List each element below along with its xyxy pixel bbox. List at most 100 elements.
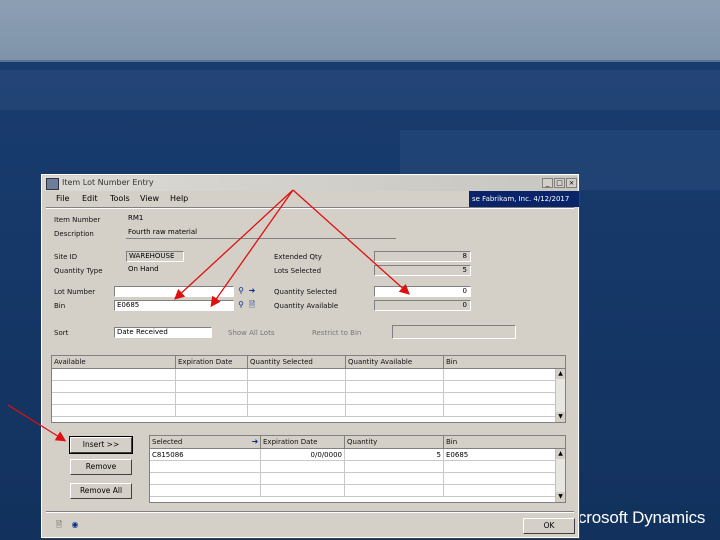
cell (444, 461, 557, 473)
cell (444, 473, 557, 485)
table-row[interactable] (52, 405, 557, 417)
menu-file[interactable]: File (56, 194, 69, 203)
bin-input[interactable]: E0685 (114, 300, 234, 311)
cell: C815086 (150, 449, 261, 461)
restrict-to-bin-checkbox[interactable]: Restrict to Bin (312, 329, 361, 337)
cell (346, 393, 444, 405)
lot-number-input[interactable] (114, 286, 234, 297)
table-row[interactable] (52, 369, 557, 381)
menu-view[interactable]: View (140, 194, 159, 203)
cell (444, 369, 557, 381)
description-label: Description (54, 230, 94, 238)
cell (150, 461, 261, 473)
cell (150, 473, 261, 485)
cell (345, 485, 444, 497)
remove-all-button[interactable]: Remove All (70, 483, 132, 499)
cell: E0685 (444, 449, 557, 461)
table-row[interactable]: C815086 0/0/0000 5 E0685 (150, 449, 557, 461)
note-icon[interactable]: 🗎 (247, 300, 257, 310)
scroll-up-icon[interactable]: ▲ (556, 449, 565, 459)
column-header-bin[interactable]: Bin (444, 356, 565, 369)
window-icon (46, 178, 59, 190)
table-row[interactable] (52, 393, 557, 405)
minimize-button[interactable]: _ (542, 178, 553, 188)
quantity-available-value: 0 (374, 300, 471, 311)
cell (346, 405, 444, 417)
column-header-expiration-date[interactable]: Expiration Date (261, 436, 345, 449)
quantity-selected-input[interactable]: 0 (374, 286, 471, 297)
cell (248, 405, 346, 417)
help-icon[interactable]: ◉ (70, 520, 80, 530)
column-header-quantity-available[interactable]: Quantity Available (346, 356, 444, 369)
expand-arrow-icon[interactable]: ➜ (247, 286, 257, 296)
lookup-icon[interactable]: ⚲ (236, 300, 246, 310)
column-header-bin[interactable]: Bin (444, 436, 565, 449)
menu-edit[interactable]: Edit (82, 194, 98, 203)
title-bar[interactable]: Item Lot Number Entry _ □ × (43, 176, 577, 191)
slide-header-bar (0, 0, 720, 62)
table-row[interactable] (150, 485, 557, 497)
extended-qty-label: Extended Qty (274, 253, 322, 261)
column-header-available[interactable]: Available (52, 356, 176, 369)
scroll-down-icon[interactable]: ▼ (556, 412, 565, 422)
ok-button[interactable]: OK (523, 518, 575, 534)
insert-button[interactable]: Insert >> (69, 436, 133, 454)
separator (46, 207, 574, 209)
cell (346, 381, 444, 393)
grid-header: Selected ➜ Expiration Date Quantity Bin (150, 436, 565, 449)
column-header-selected[interactable]: Selected (150, 436, 261, 449)
remove-button[interactable]: Remove (70, 459, 132, 475)
quantity-type-value: On Hand (128, 265, 159, 273)
description-value: Fourth raw material (126, 228, 396, 239)
cell (52, 381, 176, 393)
cell (248, 369, 346, 381)
quantity-selected-label: Quantity Selected (274, 288, 337, 296)
cell (261, 485, 345, 497)
cell (444, 381, 557, 393)
note-icon[interactable]: 🗎 (54, 520, 64, 530)
sort-dropdown[interactable]: Date Received (114, 327, 212, 338)
window-title: Item Lot Number Entry (62, 178, 154, 187)
scroll-down-icon[interactable]: ▼ (556, 492, 565, 502)
maximize-button[interactable]: □ (554, 178, 565, 188)
quantity-available-label: Quantity Available (274, 302, 339, 310)
cell (444, 485, 557, 497)
menu-tools[interactable]: Tools (110, 194, 130, 203)
close-button[interactable]: × (566, 178, 577, 188)
lot-number-label: Lot Number (54, 288, 96, 296)
cell (248, 393, 346, 405)
item-number-label: Item Number (54, 216, 101, 224)
quantity-type-label: Quantity Type (54, 267, 103, 275)
sort-label: Sort (54, 329, 69, 337)
table-row[interactable] (150, 461, 557, 473)
site-id-value: WAREHOUSE (126, 251, 184, 262)
scroll-up-icon[interactable]: ▲ (556, 369, 565, 379)
available-grid-scrollbar[interactable]: ▲ ▼ (555, 369, 565, 422)
cell (345, 473, 444, 485)
lookup-icon[interactable]: ⚲ (236, 286, 246, 296)
available-lots-grid[interactable]: Available Expiration Date Quantity Selec… (51, 355, 566, 423)
selected-lots-grid[interactable]: Selected ➜ Expiration Date Quantity Bin … (149, 435, 566, 503)
cell (261, 473, 345, 485)
grid-header: Available Expiration Date Quantity Selec… (52, 356, 565, 369)
lots-selected-value: 5 (374, 265, 471, 276)
menu-help[interactable]: Help (170, 194, 188, 203)
cell (444, 393, 557, 405)
column-header-quantity[interactable]: Quantity (345, 436, 444, 449)
brand-logo-text: crosoft Dynamics (578, 508, 706, 527)
show-all-lots-checkbox[interactable]: Show All Lots (228, 329, 274, 337)
table-row[interactable] (150, 473, 557, 485)
cell (176, 405, 248, 417)
company-date-banner: se Fabrikam, Inc. 4/12/2017 (469, 191, 579, 207)
item-lot-number-entry-window: Item Lot Number Entry _ □ × File Edit To… (41, 174, 579, 538)
background-streak (0, 70, 720, 110)
cell (444, 405, 557, 417)
cell: 5 (345, 449, 444, 461)
selected-grid-scrollbar[interactable]: ▲ ▼ (555, 449, 565, 502)
column-header-expiration-date[interactable]: Expiration Date (176, 356, 248, 369)
sort-arrow-icon[interactable]: ➜ (250, 437, 260, 447)
table-row[interactable] (52, 381, 557, 393)
cell (176, 381, 248, 393)
column-header-quantity-selected[interactable]: Quantity Selected (248, 356, 346, 369)
lots-selected-label: Lots Selected (274, 267, 322, 275)
